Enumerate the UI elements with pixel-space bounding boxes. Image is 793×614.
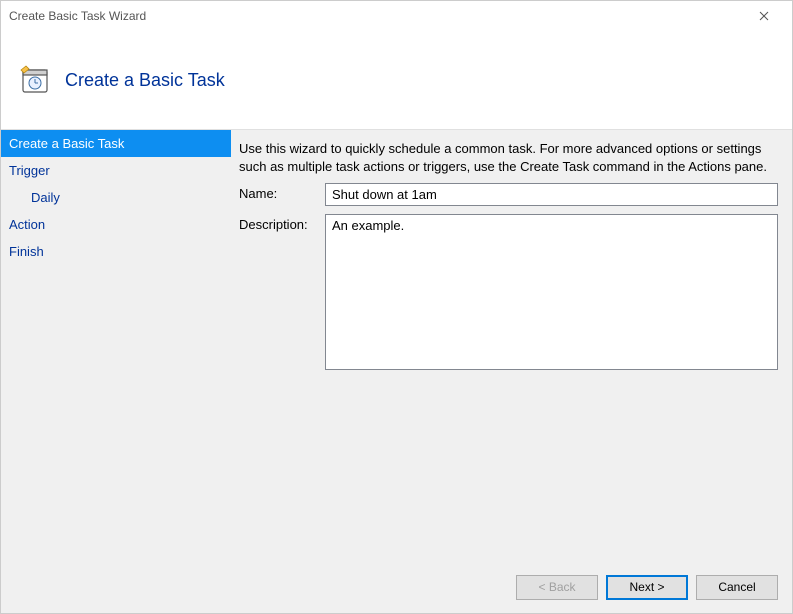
back-button: < Back	[516, 575, 598, 600]
step-trigger[interactable]: Trigger	[1, 157, 231, 184]
name-input[interactable]	[325, 183, 778, 206]
step-finish[interactable]: Finish	[1, 238, 231, 265]
description-input[interactable]	[325, 214, 778, 370]
cancel-button[interactable]: Cancel	[696, 575, 778, 600]
wizard-content: Use this wizard to quickly schedule a co…	[231, 130, 792, 561]
page-title: Create a Basic Task	[65, 70, 225, 91]
description-label: Description:	[239, 214, 325, 232]
intro-text: Use this wizard to quickly schedule a co…	[239, 140, 778, 175]
next-button[interactable]: Next >	[606, 575, 688, 600]
window-title: Create Basic Task Wizard	[9, 9, 744, 23]
scheduler-icon	[19, 64, 51, 96]
wizard-steps: Create a Basic Task Trigger Daily Action…	[1, 130, 231, 561]
wizard-footer: < Back Next > Cancel	[1, 561, 792, 613]
step-create-basic-task[interactable]: Create a Basic Task	[1, 130, 231, 157]
wizard-header: Create a Basic Task	[1, 31, 792, 129]
name-label: Name:	[239, 183, 325, 201]
step-action[interactable]: Action	[1, 211, 231, 238]
step-daily[interactable]: Daily	[1, 184, 231, 211]
wizard-body: Create a Basic Task Trigger Daily Action…	[1, 129, 792, 561]
close-button[interactable]	[744, 2, 784, 30]
name-row: Name:	[239, 183, 778, 206]
wizard-window: Create Basic Task Wizard Create a Basic …	[0, 0, 793, 614]
titlebar: Create Basic Task Wizard	[1, 1, 792, 31]
description-row: Description:	[239, 214, 778, 370]
close-icon	[759, 11, 769, 21]
